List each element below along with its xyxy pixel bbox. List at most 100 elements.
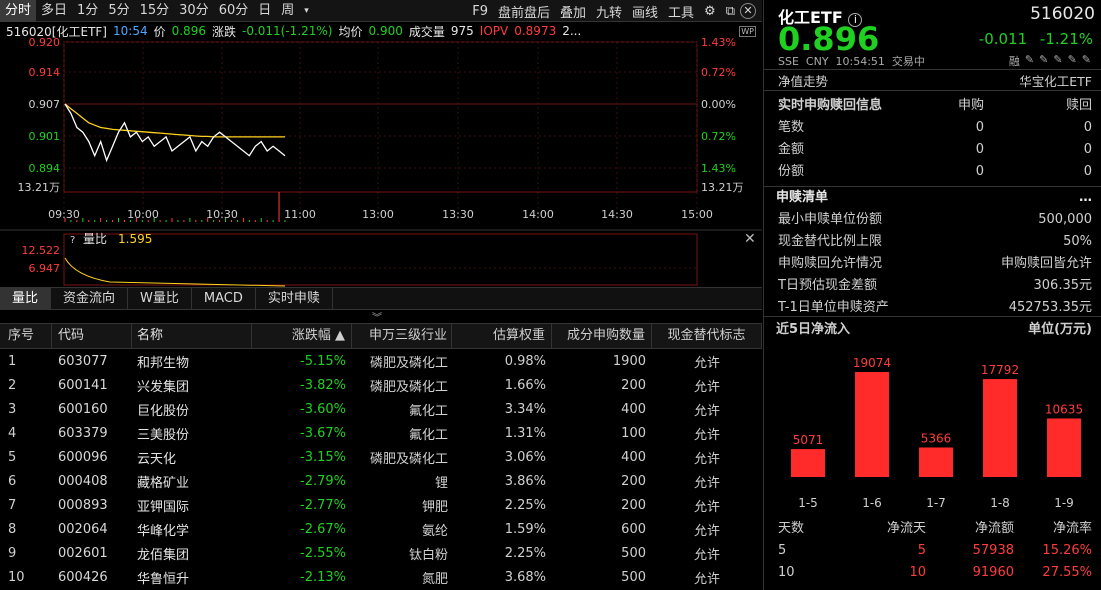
tab-30min[interactable]: 30分 — [174, 0, 214, 22]
table-row[interactable]: 1 603077 和邦生物 -5.15% 磷肥及磷化工 0.98% 1900 允许 — [0, 349, 762, 373]
realtime-cell: 0 — [1083, 164, 1092, 179]
table-row[interactable]: 5 600096 云天化 -3.15% 磷肥及磷化工 3.06% 400 允许 — [0, 445, 762, 469]
tab-w-liangbi[interactable]: W量比 — [128, 288, 192, 309]
more-icon[interactable]: … — [1079, 187, 1092, 209]
realtime-title: 实时申购赎回信息 — [778, 98, 883, 113]
table-row[interactable]: 10 600426 华鲁恒升 -2.13% 氮肥 3.68% 500 允许 — [0, 565, 762, 589]
realtime-cell: 金额 — [778, 142, 805, 157]
col-header[interactable]: 名称 — [132, 323, 252, 349]
table-row[interactable]: 6 000408 藏格矿业 -2.79% 锂 3.86% 200 允许 — [0, 469, 762, 493]
table-cell: 允许 — [693, 403, 720, 419]
table-cell: 2 — [8, 377, 17, 393]
table-cell: -3.60% — [300, 401, 346, 417]
tab-realtime-subscribe[interactable]: 实时申赎 — [256, 288, 333, 309]
nav-trend-label[interactable]: 净值走势 — [778, 71, 828, 90]
pencil-icon[interactable]: ✎ — [1039, 53, 1048, 69]
realtime-cell: 0 — [975, 142, 985, 157]
tab-week[interactable]: 周 — [276, 0, 299, 22]
chart-plot — [64, 103, 286, 287]
table-cell: 603077 — [58, 353, 108, 369]
list-row: 最小申赎单位份额 500,000 — [764, 209, 1101, 231]
col-header[interactable]: 申万三级行业 — [352, 323, 452, 349]
table-cell: 603379 — [58, 425, 108, 441]
table-row[interactable]: 3 600160 巨化股份 -3.60% 氟化工 3.34% 400 允许 — [0, 397, 762, 421]
table-cell: 藏格矿业 — [137, 475, 190, 491]
constituents-table: 序号 代码 名称 涨跌幅 ▲ 申万三级行业 估算权重 成分申购数量 现金替代标志… — [0, 323, 762, 589]
table-cell: 600141 — [58, 377, 108, 393]
table-cell: 200 — [621, 497, 646, 513]
tab-5min[interactable]: 5分 — [103, 0, 134, 22]
left-panel: 分时 多日 1分 5分 15分 30分 60分 日 周 ▾ F9 盘前盘后 叠加… — [0, 0, 762, 590]
fund-name: 华宝化工ETF — [1019, 73, 1092, 89]
sub-frame — [63, 233, 698, 286]
table-cell: 6 — [8, 473, 17, 489]
close-icon[interactable]: ✕ — [740, 3, 756, 19]
col-header[interactable]: 代码 — [52, 323, 132, 349]
col-header[interactable]: 成分申购数量 — [552, 323, 652, 349]
gear-icon[interactable]: ⚙ — [699, 4, 721, 19]
table-cell: 5 — [8, 449, 17, 465]
pencil-icon[interactable]: ✎ — [1082, 53, 1091, 69]
col-header[interactable]: 估算权重 — [452, 323, 552, 349]
pencil-icon[interactable]: ✎ — [1053, 53, 1062, 69]
tab-1min[interactable]: 1分 — [72, 0, 103, 22]
wp-icon[interactable]: WP — [739, 25, 756, 37]
f9-button[interactable]: F9 — [467, 4, 493, 19]
table-row[interactable]: 8 002064 华峰化学 -2.67% 氨纶 1.59% 600 允许 — [0, 517, 762, 541]
intraday-chart[interactable]: 0.920 1.43%0.914 0.72%0.907 0.00%0.901 0.72%… — [0, 22, 762, 287]
tab-fenshi[interactable]: 分时 — [0, 0, 37, 22]
table-row[interactable]: 7 000893 亚钾国际 -2.77% 钾肥 2.25% 200 允许 — [0, 493, 762, 517]
tab-15min[interactable]: 15分 — [135, 0, 175, 22]
realtime-cell: 笔数 — [778, 120, 805, 135]
flow-row: 5 5 57938 15.26% — [764, 540, 1101, 562]
table-cell: 允许 — [693, 451, 720, 467]
realtime-cell: 0 — [975, 120, 985, 135]
table-cell: 锂 — [434, 475, 448, 491]
col-header[interactable]: 现金替代标志 — [652, 323, 762, 349]
table-cell: 3 — [8, 401, 17, 417]
vol-value: 975 — [450, 24, 474, 38]
iopv-label: IOPV — [479, 24, 509, 38]
collapse-chevron-icon[interactable]: ︾ — [372, 309, 382, 324]
overlay-button[interactable]: 叠加 — [555, 2, 591, 21]
x-tick-label: 13:30 — [442, 208, 474, 221]
table-cell: 华鲁恒升 — [137, 571, 190, 587]
table-cell: -3.82% — [300, 377, 346, 393]
tab-fund-flow[interactable]: 资金流向 — [51, 288, 129, 309]
table-cell: 3.34% — [504, 401, 546, 417]
window-icon[interactable]: ⧉ — [721, 4, 740, 19]
tab-liangbi[interactable]: 量比 — [0, 288, 52, 309]
table-row[interactable]: 9 002601 龙佰集团 -2.55% 钛白粉 2.25% 500 允许 — [0, 541, 762, 565]
prepost-button[interactable]: 盘前盘后 — [493, 2, 555, 21]
etf-change: -0.011 — [978, 30, 1028, 48]
table-cell: 002064 — [58, 521, 108, 537]
table-cell: 氮肥 — [421, 571, 448, 587]
table-cell: 允许 — [693, 355, 720, 371]
flow-cell: 27.55% — [1042, 565, 1092, 580]
table-cell: 允许 — [693, 571, 720, 587]
draw-button[interactable]: 画线 — [627, 2, 663, 21]
price-line — [64, 103, 286, 163]
list-cell: 306.35元 — [1033, 278, 1093, 293]
tab-macd[interactable]: MACD — [192, 288, 256, 309]
table-cell: 400 — [621, 401, 646, 417]
tab-multiday[interactable]: 多日 — [36, 0, 72, 22]
col-header-sorted[interactable]: 涨跌幅 ▲ — [252, 323, 352, 349]
more-periods-dropdown[interactable]: ▾ — [299, 0, 314, 22]
col-header[interactable]: 序号 — [0, 323, 52, 349]
more-text: 2... — [562, 24, 582, 38]
table-cell: 磷肥及磷化工 — [369, 355, 448, 371]
list-row: T日预估现金差额 306.35元 — [764, 275, 1101, 297]
avg-label: 均价 — [338, 24, 363, 39]
tab-60min[interactable]: 60分 — [214, 0, 254, 22]
table-row[interactable]: 2 600141 兴发集团 -3.82% 磷肥及磷化工 1.66% 200 允许 — [0, 373, 762, 397]
table-row[interactable]: 4 603379 三美股份 -3.67% 氟化工 1.31% 100 允许 — [0, 421, 762, 445]
table-cell: 磷肥及磷化工 — [369, 379, 448, 395]
table-cell: 600160 — [58, 401, 108, 417]
tab-day[interactable]: 日 — [253, 0, 276, 22]
pencil-icon[interactable]: ✎ — [1068, 53, 1077, 69]
tools-button[interactable]: 工具 — [663, 2, 699, 21]
pencil-icon[interactable]: ✎ — [1025, 53, 1034, 69]
time-text: 10:54 — [113, 24, 148, 38]
jiuzhuan-button[interactable]: 九转 — [591, 2, 627, 21]
